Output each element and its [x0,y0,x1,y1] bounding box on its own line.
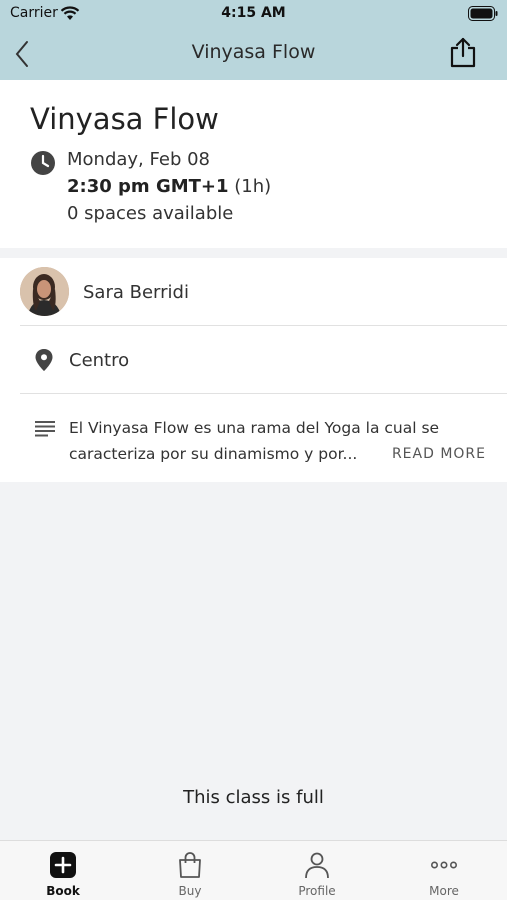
tab-buy[interactable]: Buy [127,841,253,900]
spaces-available: 0 spaces available [67,203,234,224]
location-row[interactable]: Centro [20,326,507,394]
class-header-card: Vinyasa Flow Monday, Feb 08 2:30 pm GMT+… [0,80,507,248]
description-lines-icon [35,421,55,437]
class-date: Monday, Feb 08 [67,149,210,170]
more-dots-icon [430,861,457,869]
plus-square-icon [50,852,76,878]
description-row: El Vinyasa Flow es una rama del Yoga la … [20,394,507,482]
class-time-row: 2:30 pm GMT+1 (1h) [67,176,271,197]
tab-buy-label: Buy [178,884,202,898]
status-bar: Carrier 4:15 AM [0,0,507,28]
class-details-card: Sara Berridi Centro El Vinyasa Flow es u… [0,258,507,482]
shopping-bag-icon [179,852,201,878]
share-icon[interactable] [449,36,477,68]
class-title: Vinyasa Flow [30,102,219,136]
battery-icon [468,6,498,21]
read-more-link[interactable]: READ MORE [392,446,486,462]
clock-icon [31,151,55,175]
location-name: Centro [69,350,130,371]
location-pin-icon [35,349,53,371]
top-bar: Carrier 4:15 AM Vinyasa Flow [0,0,507,80]
class-time: 2:30 pm GMT+1 [67,176,229,197]
tab-more[interactable]: More [381,841,507,900]
tab-book-label: Book [46,884,80,898]
avatar [20,267,69,316]
navigation-bar: Vinyasa Flow [0,28,507,80]
class-duration: (1h) [234,176,272,197]
status-time: 4:15 AM [221,5,286,21]
tab-more-label: More [429,884,459,898]
tab-bar: Book Buy Profile More [0,840,507,900]
class-full-message: This class is full [183,787,324,808]
tab-profile[interactable]: Profile [254,841,380,900]
teacher-row[interactable]: Sara Berridi [20,258,507,326]
person-icon [305,852,329,879]
tab-profile-label: Profile [298,884,336,898]
teacher-name: Sara Berridi [83,282,189,303]
nav-title: Vinyasa Flow [191,41,316,63]
description-line-1: El Vinyasa Flow es una rama del Yoga la … [69,419,440,437]
tab-book[interactable]: Book [0,841,126,900]
